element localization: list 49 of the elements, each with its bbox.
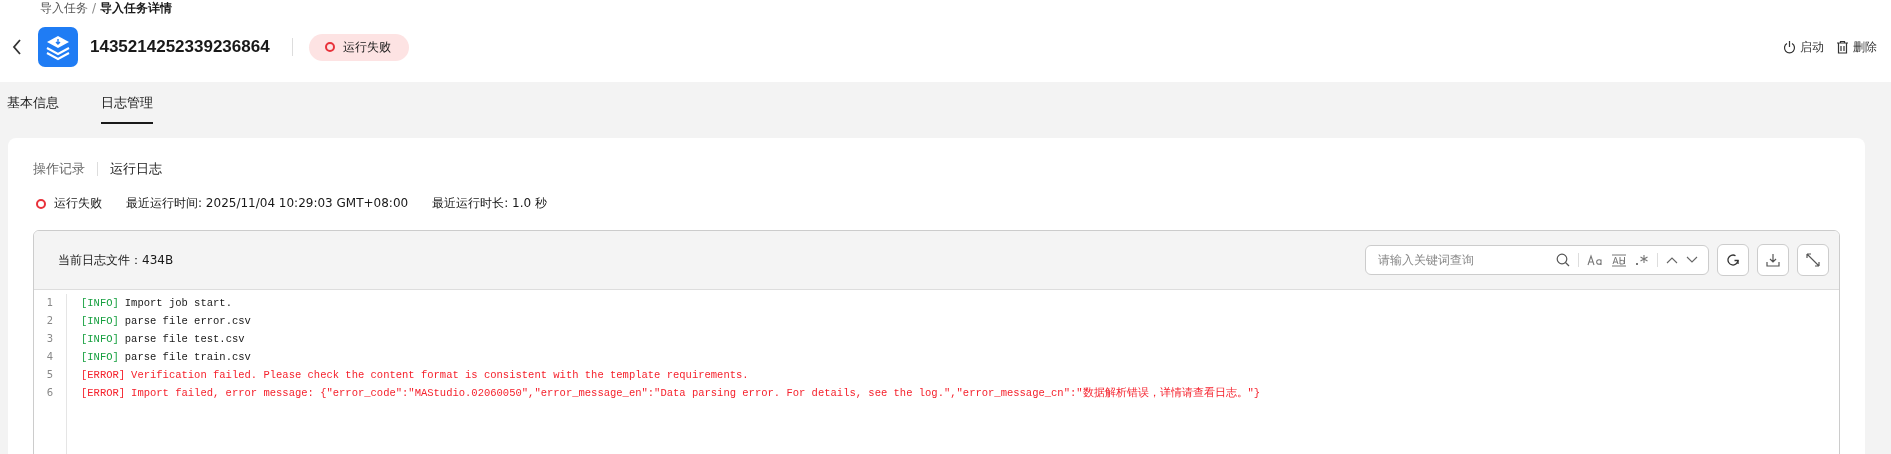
tab[interactable]: 基本信息 (7, 94, 59, 124)
last-run-duration: 最近运行时长: 1.0 秒 (432, 195, 547, 212)
download-button[interactable] (1757, 244, 1789, 276)
line-number: 4 (45, 350, 55, 364)
regex-icon[interactable] (1635, 254, 1649, 266)
line-number: 6 (45, 386, 55, 400)
log-level-tag: [INFO] (81, 297, 119, 309)
status-badge: 运行失败 (308, 33, 409, 61)
line-number: 5 (45, 368, 55, 382)
log-level-tag: [INFO] (81, 351, 119, 363)
match-case-icon[interactable] (1587, 254, 1603, 266)
layers-icon (38, 27, 78, 67)
refresh-button[interactable] (1717, 244, 1749, 276)
chevron-down-icon[interactable] (1686, 256, 1698, 264)
breadcrumb-link[interactable]: 导入任务 (40, 0, 88, 17)
line-number: 3 (45, 332, 55, 346)
log-message: parse file train.csv (124, 351, 251, 363)
line-number: 1 (45, 296, 55, 310)
log-message: Verification failed. Please check the content format is consistent with the template requirements. (131, 369, 749, 381)
trash-icon (1836, 40, 1849, 54)
chevron-up-icon[interactable] (1666, 256, 1678, 264)
log-tab[interactable]: 操作记录 (33, 160, 85, 178)
task-id-title: 1435214252339236864 (90, 37, 270, 57)
power-icon (1783, 40, 1796, 54)
expand-icon (1805, 252, 1821, 268)
log-level-tag: [ERROR] (81, 369, 126, 381)
log-message: parse file test.csv (124, 333, 245, 345)
back-icon[interactable] (12, 39, 22, 55)
expand-button[interactable] (1797, 244, 1829, 276)
log-tab[interactable]: 运行日志 (110, 160, 162, 178)
log-message: Import job start. (124, 297, 232, 309)
download-icon (1765, 252, 1781, 268)
line-number: 2 (45, 314, 55, 328)
log-level-tag: [INFO] (81, 315, 119, 327)
last-run-time: 最近运行时间: 2025/11/04 10:29:03 GMT+08:00 (126, 195, 409, 212)
search-field[interactable]: 请输入关键词查询 (1365, 245, 1709, 275)
whole-word-icon[interactable] (1611, 253, 1627, 267)
log-message: Import failed, error message: {"error_code":"MAStudio.02060050","error_message_en":"Data parsing error. For details, see the log.","error_message_cn":"数据解析错误，详情请查看日志。"} (131, 387, 1261, 399)
tab[interactable]: 日志管理 (101, 94, 153, 124)
start-button[interactable]: 启动 (1783, 38, 1824, 56)
log-message: parse file error.csv (124, 315, 251, 327)
refresh-icon (1725, 252, 1741, 268)
search-icon[interactable] (1556, 253, 1570, 267)
status-text: 运行失败 (54, 195, 102, 212)
delete-button[interactable]: 删除 (1836, 38, 1877, 56)
breadcrumb-separator: / (92, 1, 97, 15)
log-level-tag: [ERROR] (81, 387, 126, 399)
log-file-size: 当前日志文件：434B (58, 251, 174, 269)
log-level-tag: [INFO] (81, 333, 119, 345)
